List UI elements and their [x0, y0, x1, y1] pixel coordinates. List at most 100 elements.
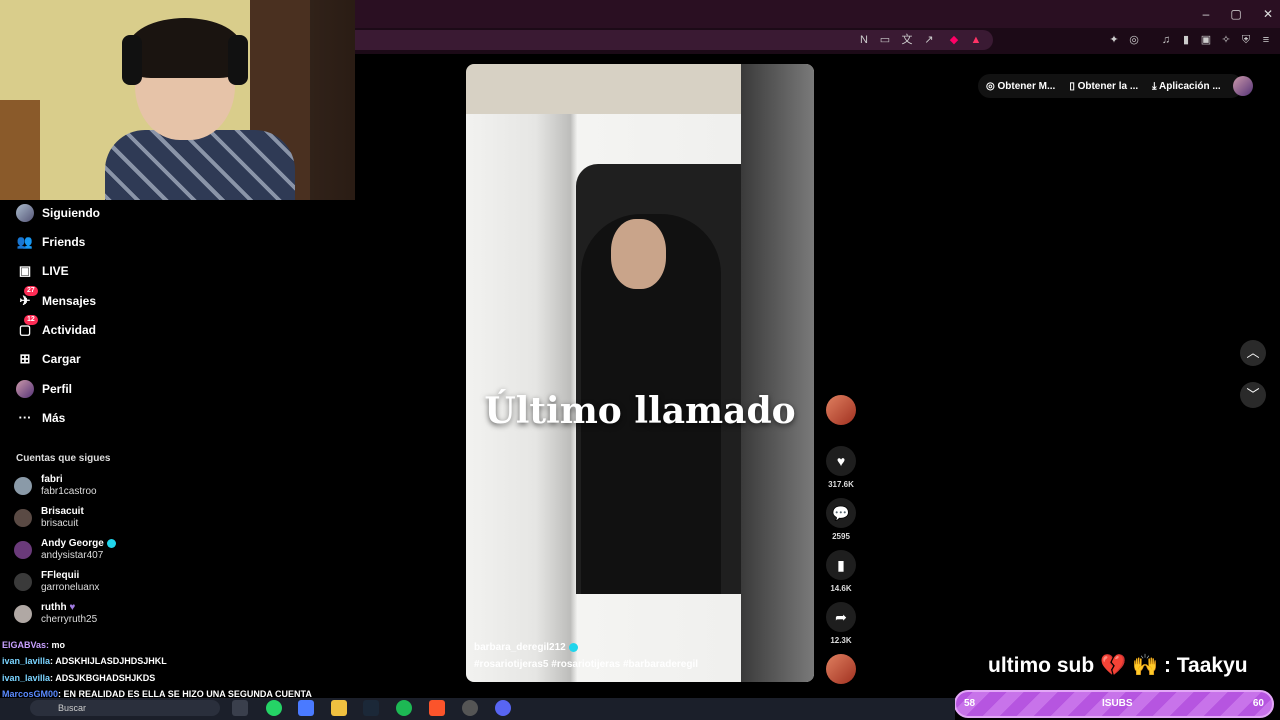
video-author[interactable]: barbara_deregil212	[474, 642, 578, 653]
heart-icon: ♥	[826, 446, 856, 476]
get-coins-button[interactable]: ◎ Obtener M...	[986, 81, 1055, 92]
account-item[interactable]: Andy George andysistar407	[14, 535, 116, 565]
sidebar-toggle-icon[interactable]: ▮	[1179, 33, 1193, 47]
account-item[interactable]: FFlequii garroneluanx	[14, 567, 99, 597]
menu-icon[interactable]: ≡	[1259, 33, 1273, 47]
account-handle: andysistar407	[41, 550, 104, 561]
music-disc-icon	[826, 654, 856, 684]
maximize-icon[interactable]: ▢	[1228, 6, 1244, 22]
activity-icon: ▢ 12	[16, 315, 38, 339]
avatar	[14, 605, 32, 623]
share-button[interactable]: ➦ 12.3K	[826, 602, 856, 645]
account-name: ruthh	[41, 602, 67, 613]
task-view-icon[interactable]	[232, 700, 248, 716]
reader-mode-icon[interactable]: N	[857, 33, 871, 47]
verified-icon	[106, 538, 116, 548]
copilot-icon[interactable]	[298, 700, 314, 716]
account-handle: cherryruth25	[41, 614, 98, 625]
nav-mas[interactable]: ··· Más	[16, 407, 66, 429]
goal-current: 58	[964, 698, 976, 709]
taskbar-search[interactable]: Buscar	[30, 700, 220, 716]
discord-icon[interactable]	[495, 700, 511, 716]
translate-icon[interactable]: 文	[900, 33, 914, 47]
top-actions-bar: ◎ Obtener M... ▯ Obtener la ... ⤓ Aplica…	[978, 74, 1243, 98]
avatar	[14, 573, 32, 591]
leo-ai-icon[interactable]: ✧	[1219, 33, 1233, 47]
nav-mensajes[interactable]: ✈ 27 Mensajes	[16, 286, 96, 312]
share-icon[interactable]: ↗	[922, 33, 936, 47]
video-overlay-title: Último llamado	[484, 390, 796, 432]
share-count: 12.3K	[830, 636, 852, 645]
save-count: 14.6K	[830, 584, 852, 593]
chat-message: ivan_lavilla: ADSJKBGHADSHJKDS	[2, 673, 156, 683]
file-explorer-icon[interactable]	[331, 700, 347, 716]
account-name: Brisacuit	[41, 506, 84, 517]
account-name: FFlequii	[41, 570, 80, 581]
rewards-icon[interactable]: ▲	[969, 33, 983, 47]
nav-perfil[interactable]: Perfil	[16, 378, 72, 400]
like-button[interactable]: ♥ 317.6K	[826, 446, 856, 489]
wallet-icon[interactable]: ▣	[1199, 33, 1213, 47]
account-item[interactable]: Brisacuit brisacuit	[14, 503, 84, 533]
nav-label: LIVE	[42, 264, 69, 278]
screenshot-icon[interactable]: ◎	[1127, 33, 1141, 47]
chevron-up-icon: ︿	[1246, 345, 1260, 360]
goal-label: ISUBS	[1102, 698, 1133, 709]
extensions-icon[interactable]: ✦	[1107, 33, 1121, 47]
messages-icon: ✈ 27	[16, 286, 38, 310]
like-count: 317.6K	[828, 480, 854, 489]
obs-icon[interactable]	[462, 700, 478, 716]
previous-video-button[interactable]: ︿	[1240, 340, 1266, 366]
account-name: Andy George	[41, 538, 104, 549]
nav-label: Friends	[42, 235, 86, 249]
next-video-button[interactable]: ﹀	[1240, 382, 1266, 408]
avatar	[14, 541, 32, 559]
nav-cargar[interactable]: ⊞ Cargar	[16, 348, 81, 370]
spotify-icon[interactable]	[396, 700, 412, 716]
brave-icon[interactable]	[429, 700, 445, 716]
friends-icon: 👥	[16, 234, 34, 249]
account-item[interactable]: fabri fabr1castroo	[14, 471, 97, 501]
desktop-app-button[interactable]: ⤓ Aplicación ...	[1152, 81, 1221, 92]
whatsapp-icon[interactable]	[266, 700, 282, 716]
avatar	[826, 395, 856, 425]
url-field[interactable]: N ▭ 文 ↗ ◆ ▲	[355, 30, 993, 50]
sub-goal-bar: 58 ISUBS 60	[954, 690, 1274, 718]
nav-label: Perfil	[42, 382, 73, 396]
verified-icon	[568, 642, 578, 652]
cast-icon[interactable]: ▭	[878, 33, 892, 47]
avatar	[14, 477, 32, 495]
goal-target: 60	[1252, 698, 1264, 709]
author-avatar-button[interactable]	[826, 395, 856, 425]
brave-shield-icon[interactable]: ◆	[947, 33, 961, 47]
video-player[interactable]	[466, 64, 814, 682]
vpn-icon[interactable]: ⛨	[1239, 33, 1253, 47]
comment-count: 2595	[832, 532, 850, 541]
nav-actividad[interactable]: ▢ 12 Actividad	[16, 315, 97, 341]
account-name: fabri	[41, 474, 63, 485]
nav-label: Más	[42, 411, 66, 425]
account-item[interactable]: ruthh ♥ cherryruth25	[14, 599, 97, 629]
comment-button[interactable]: 💬 2595	[826, 498, 856, 541]
media-icon[interactable]: ♫	[1159, 33, 1173, 47]
get-app-button[interactable]: ▯ Obtener la ...	[1069, 81, 1138, 92]
nav-live[interactable]: ▣ LIVE	[16, 260, 69, 282]
avatar-icon	[16, 204, 34, 222]
minimize-icon[interactable]: –	[1198, 6, 1214, 22]
nav-label: Actividad	[42, 323, 97, 337]
steam-icon[interactable]	[363, 700, 379, 716]
activity-badge: 12	[24, 315, 38, 325]
music-disc-button[interactable]	[826, 654, 856, 684]
close-icon[interactable]: ✕	[1260, 6, 1276, 22]
live-icon: ▣	[18, 263, 32, 278]
bookmark-icon: ▮	[826, 550, 856, 580]
save-button[interactable]: ▮ 14.6K	[826, 550, 856, 593]
webcam-feed	[0, 0, 355, 200]
video-hashtags[interactable]: #rosariotijeras5 #rosariotijeras #barbar…	[474, 659, 698, 670]
account-handle: brisacuit	[41, 518, 79, 529]
nav-friends[interactable]: 👥 Friends	[16, 231, 85, 253]
profile-avatar[interactable]	[1233, 76, 1253, 96]
nav-siguiendo[interactable]: Siguiendo	[16, 202, 100, 224]
avatar	[14, 509, 32, 527]
comment-icon: 💬	[826, 498, 856, 528]
